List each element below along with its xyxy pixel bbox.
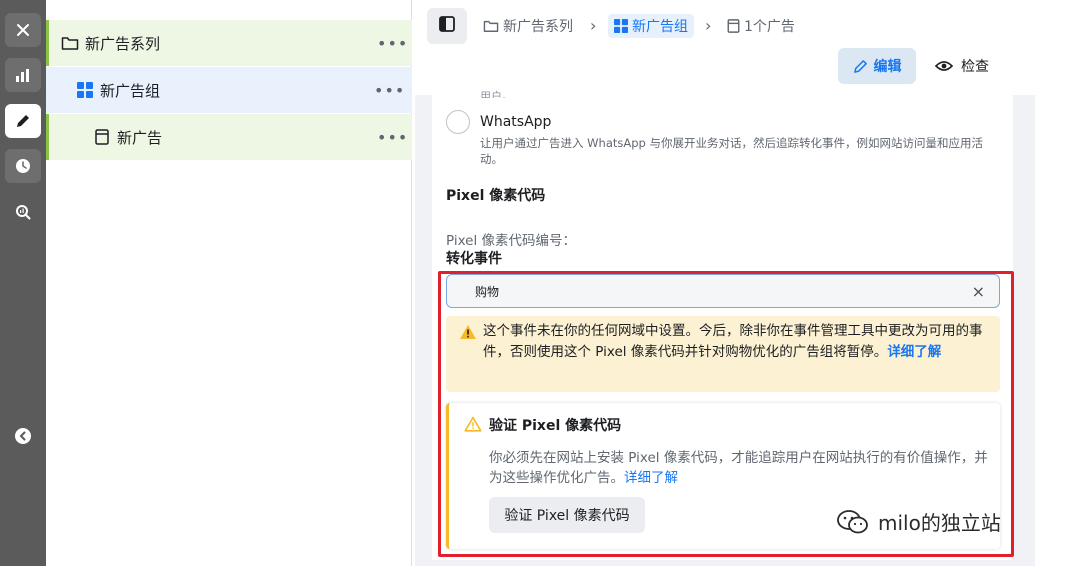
sidebar-toggle-icon <box>439 16 455 36</box>
chevron-right-icon: › <box>705 16 712 35</box>
inspect-tool-button[interactable] <box>5 195 41 229</box>
editor-panel: 新广告系列 › 新广告组 › 1个广告 编辑 检查 用户。 WhatsApp 让… <box>415 0 1035 566</box>
learn-more-link[interactable]: 详细了解 <box>624 470 678 486</box>
close-button[interactable] <box>5 13 41 47</box>
chevron-left-icon <box>14 427 32 445</box>
chevron-right-icon: › <box>590 16 597 35</box>
tree-item-adset[interactable]: 新广告组 ••• <box>46 67 412 113</box>
conversion-event-select[interactable]: 购物 × <box>446 274 1000 308</box>
grid-icon <box>614 19 628 33</box>
warning-outline-icon <box>464 416 482 436</box>
bar-chart-icon <box>15 68 31 82</box>
more-options-icon[interactable]: ••• <box>377 34 408 53</box>
whatsapp-description: 让用户通过广告进入 WhatsApp 与你展开业务对话，然后追踪转化事件，例如网… <box>480 136 983 166</box>
collapse-button[interactable] <box>5 419 41 453</box>
conversion-event-title: 转化事件 <box>446 251 502 267</box>
eye-icon <box>935 60 953 72</box>
verify-pixel-message: 你必须先在网站上安装 Pixel 像素代码，才能追踪用户在网站执行的有价值操作，… <box>489 448 989 488</box>
breadcrumb-campaign[interactable]: 新广告系列 <box>483 14 573 38</box>
breadcrumb-adset[interactable]: 新广告组 <box>608 14 694 38</box>
folder-icon <box>61 34 79 52</box>
folder-icon <box>483 19 499 33</box>
search-chart-icon <box>15 204 31 220</box>
reporting-button[interactable] <box>5 58 41 92</box>
whatsapp-radio[interactable] <box>446 110 470 134</box>
watermark-text: milo的独立站 <box>878 511 1001 535</box>
tree-item-campaign[interactable]: 新广告系列 ••• <box>46 20 412 66</box>
inspect-button[interactable]: 检查 <box>935 48 997 84</box>
editor-header: 新广告系列 › 新广告组 › 1个广告 编辑 检查 <box>415 0 1035 95</box>
ad-card-icon <box>727 19 740 33</box>
truncated-text: 用户。 <box>480 90 513 98</box>
warning-message: 这个事件未在你的任何网域中设置。今后，除非你在事件管理工具中更改为可用的事件，否… <box>483 321 988 363</box>
ad-setup-card: 用户。 WhatsApp 让用户通过广告进入 WhatsApp 与你展开业务对话… <box>432 90 1013 560</box>
edit-mode-button[interactable] <box>5 104 41 138</box>
wechat-icon <box>836 509 870 535</box>
panel-toggle-button[interactable] <box>427 8 467 44</box>
pencil-icon <box>853 59 868 74</box>
pixel-id-label: Pixel 像素代码编号： <box>446 233 577 249</box>
pixel-section-title: Pixel 像素代码 <box>446 188 546 204</box>
clear-icon[interactable]: × <box>972 282 985 301</box>
breadcrumb-label: 1个广告 <box>744 19 795 35</box>
more-options-icon[interactable]: ••• <box>374 81 405 100</box>
history-button[interactable] <box>5 149 41 183</box>
breadcrumb-label: 新广告组 <box>632 19 688 35</box>
clock-icon <box>15 158 31 174</box>
left-rail <box>0 0 46 566</box>
tree-item-label: 新广告系列 <box>85 34 161 53</box>
verify-pixel-button[interactable]: 验证 Pixel 像素代码 <box>489 497 645 533</box>
warning-icon <box>459 324 477 344</box>
verify-text: 你必须先在网站上安装 Pixel 像素代码，才能追踪用户在网站执行的有价值操作，… <box>489 450 988 486</box>
ad-card-icon <box>93 128 111 146</box>
tree-item-label: 新广告组 <box>100 81 161 100</box>
edit-button[interactable]: 编辑 <box>838 48 916 84</box>
tree-item-ad[interactable]: 新广告 ••• <box>46 114 412 160</box>
learn-more-link[interactable]: 详细了解 <box>887 344 941 360</box>
tree-item-label: 新广告 <box>117 128 163 147</box>
close-icon <box>16 23 30 37</box>
event-warning-banner: 这个事件未在你的任何网域中设置。今后，除非你在事件管理工具中更改为可用的事件，否… <box>446 316 1000 392</box>
whatsapp-label: WhatsApp <box>480 114 552 130</box>
watermark: milo的独立站 <box>836 507 1001 536</box>
breadcrumb-label: 新广告系列 <box>503 19 573 35</box>
grid-icon <box>76 81 94 99</box>
conversion-event-value: 购物 <box>475 284 500 299</box>
inspect-label: 检查 <box>961 59 989 75</box>
breadcrumb-ad[interactable]: 1个广告 <box>727 14 795 38</box>
more-options-icon[interactable]: ••• <box>377 128 408 147</box>
edit-label: 编辑 <box>873 59 902 75</box>
pencil-icon <box>15 113 31 129</box>
campaign-tree: 新广告系列 ••• 新广告组 ••• 新广告 ••• <box>46 0 412 566</box>
verify-pixel-title: 验证 Pixel 像素代码 <box>489 418 622 434</box>
